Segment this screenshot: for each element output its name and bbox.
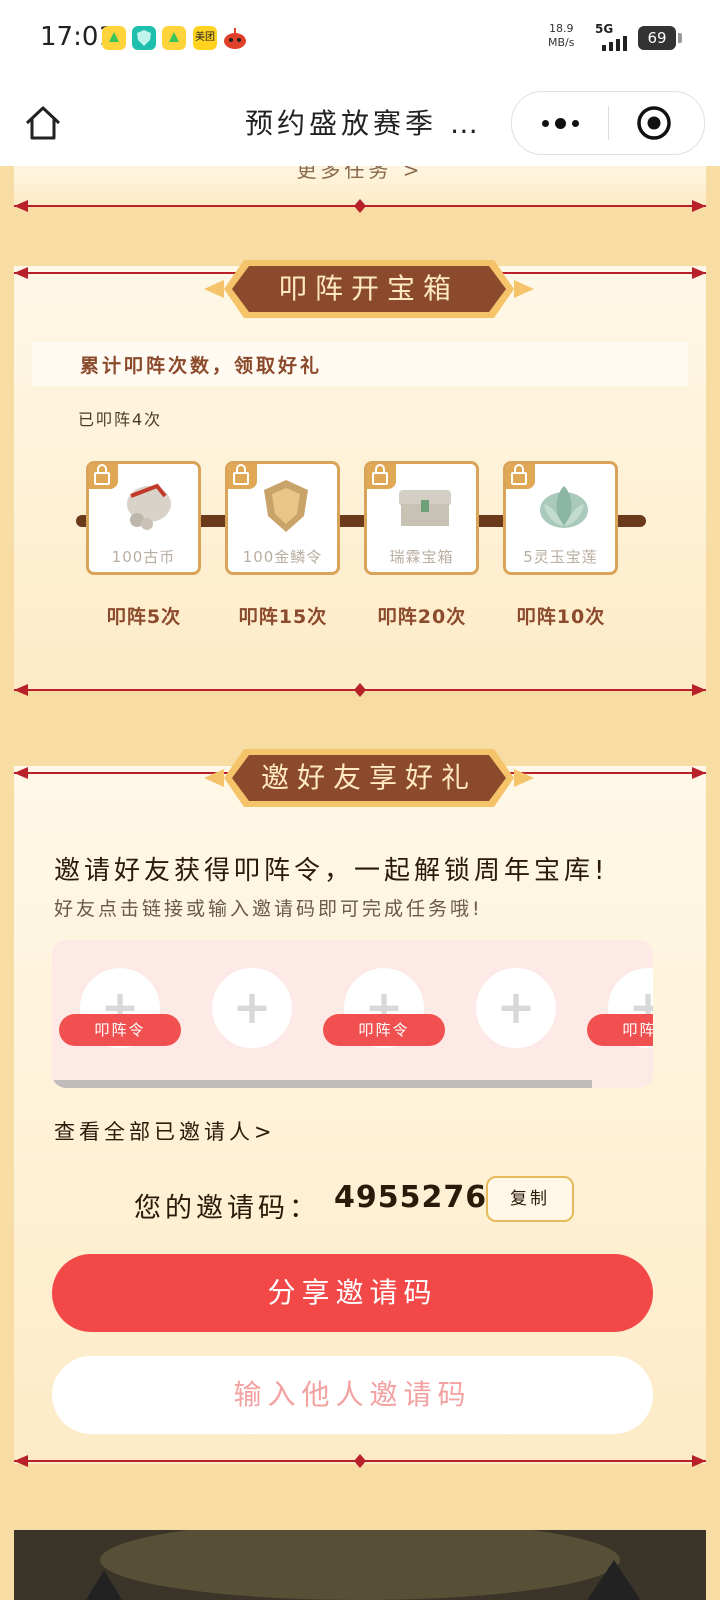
plus-icon: + (496, 980, 536, 1034)
invite-title: 邀好友享好礼 (260, 761, 477, 794)
lock-icon (367, 464, 396, 489)
golden-shield-icon (256, 476, 316, 536)
invite-slot[interactable]: + (476, 968, 556, 1048)
qq-music-icon (102, 26, 126, 50)
reward-condition: 叩阵15次 (238, 606, 328, 628)
reward-condition: 叩阵5次 (106, 606, 182, 628)
invite-subline: 好友点击链接或输入邀请码即可完成任务哦! (54, 898, 483, 920)
more-tasks-link[interactable]: 更多任务 > (14, 166, 706, 183)
invited-friends-list: + 叩阵令 + + 叩阵令 + + 叩阵令 (52, 940, 653, 1088)
reward-card[interactable]: 5灵玉宝莲 (503, 461, 618, 575)
reward-card[interactable]: 100古币 (86, 461, 201, 575)
invite-code-value: 49552765 (334, 1180, 509, 1215)
reward-card[interactable]: 瑞霖宝箱 (364, 461, 479, 575)
meituan-icon: 美团 (193, 26, 217, 50)
lock-icon (89, 464, 118, 489)
nav-bar: 预约盛放赛季 … (0, 78, 720, 166)
card-border-bottom (14, 683, 706, 697)
invite-slot[interactable]: + (212, 968, 292, 1048)
bottom-banner-image (14, 1530, 706, 1600)
status-bar: 17:01 美团 18.9 MB/s 5G 69 (0, 0, 720, 78)
home-icon[interactable] (22, 102, 64, 144)
card-border-bottom (14, 199, 706, 213)
lock-icon (506, 464, 535, 489)
treasure-subhead: 累计叩阵次数，领取好礼 (32, 342, 688, 386)
page-title: 预约盛放赛季 … (245, 107, 482, 140)
view-all-invited-link[interactable]: 查看全部已邀请人> (54, 1116, 276, 1146)
reward-badge: 叩阵令 (59, 1014, 181, 1046)
qq-music-icon (162, 26, 186, 50)
reward-badge: 叩阵令 (323, 1014, 445, 1046)
capsule-divider (608, 106, 609, 140)
treasure-count: 已叩阵4次 (78, 410, 163, 429)
copy-button[interactable]: 复制 (486, 1176, 574, 1222)
signal-icon (602, 36, 627, 51)
jade-lotus-icon (534, 476, 594, 536)
reward-name: 5灵玉宝莲 (523, 548, 598, 566)
battery-icon: 69 (638, 26, 682, 50)
card-border-bottom (14, 1454, 706, 1468)
reward-badge: 叩阵令 (587, 1014, 653, 1046)
mini-program-capsule (511, 91, 705, 155)
treasure-subtitle: 累计叩阵次数，领取好礼 (80, 355, 323, 377)
network-type: 5G (595, 22, 614, 36)
game-app-icon (223, 26, 247, 50)
enter-invite-code-button[interactable]: 输入他人邀请码 (52, 1356, 653, 1434)
reward-name: 100古币 (111, 548, 176, 566)
treasure-chest-icon (395, 476, 455, 536)
close-mini-program-icon[interactable] (636, 105, 672, 141)
more-button[interactable] (512, 92, 608, 154)
invite-code-label: 您的邀请码： (134, 1193, 320, 1224)
reward-name: 100金鳞令 (242, 548, 323, 566)
reward-condition: 叩阵10次 (516, 606, 606, 628)
reward-card[interactable]: 100金鳞令 (225, 461, 340, 575)
shield-app-icon (132, 26, 156, 50)
invite-title-ribbon: 邀好友享好礼 (204, 743, 534, 813)
lock-icon (228, 464, 257, 489)
treasure-title-ribbon: 叩阵开宝箱 (204, 254, 534, 324)
invite-card: 邀好友享好礼 邀请好友获得叩阵令，一起解锁周年宝库! 好友点击链接或输入邀请码即… (14, 749, 706, 1468)
reward-condition: 叩阵20次 (377, 606, 467, 628)
share-invite-code-button[interactable]: 分享邀请码 (52, 1254, 653, 1332)
plus-icon: + (232, 980, 272, 1034)
treasure-title: 叩阵开宝箱 (278, 272, 459, 305)
invite-headline: 邀请好友获得叩阵令，一起解锁周年宝库! (54, 856, 609, 886)
horizontal-scrollbar[interactable] (52, 1080, 592, 1088)
page-content: 更多任务 > 叩阵开宝箱 累计叩阵次数，领取好礼 已叩阵4次 100古币 100… (0, 166, 720, 1600)
coin-bag-icon (117, 476, 177, 536)
treasure-card: 叩阵开宝箱 累计叩阵次数，领取好礼 已叩阵4次 100古币 100金鳞令 瑞霖宝… (14, 260, 706, 697)
net-speed: 18.9 MB/s (548, 22, 575, 49)
reward-name: 瑞霖宝箱 (389, 548, 454, 566)
